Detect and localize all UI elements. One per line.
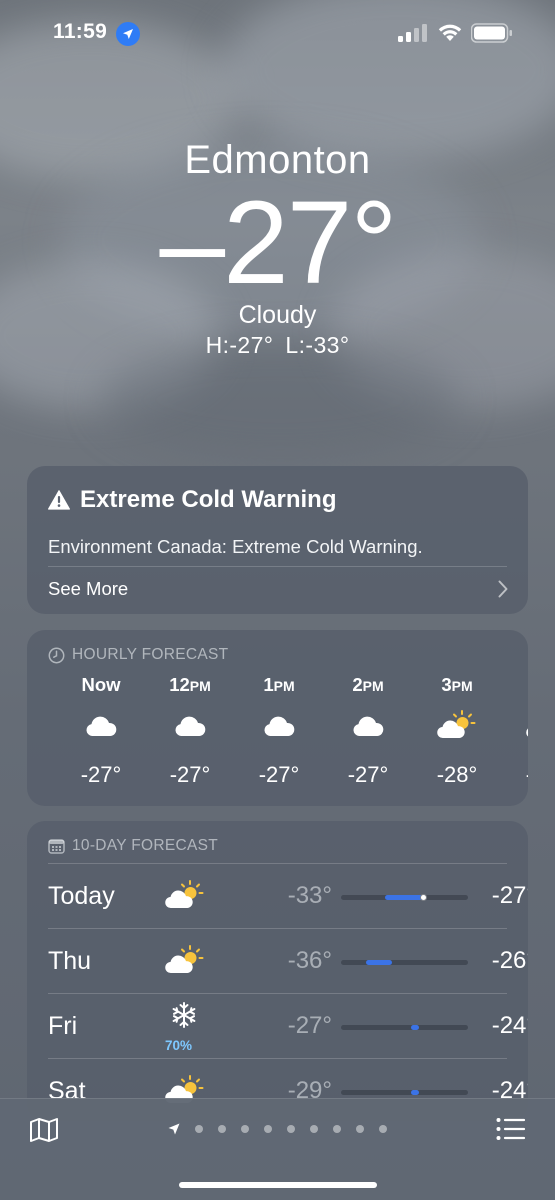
temperature-range-fill bbox=[385, 895, 424, 900]
high-low: H:-27° L:-33° bbox=[0, 332, 555, 359]
hour-suffix: PM bbox=[273, 678, 295, 694]
warning-triangle-icon bbox=[48, 490, 70, 510]
hour-temperature: -27° bbox=[258, 762, 300, 787]
status-time: 11:59 bbox=[53, 20, 108, 43]
hour-temperature: -28° bbox=[436, 762, 478, 787]
cloud-icon bbox=[350, 712, 386, 742]
location-arrow-icon bbox=[116, 22, 140, 46]
hourly-item: 3PM -28° bbox=[417, 674, 497, 787]
current-location-page-icon[interactable] bbox=[167, 1122, 181, 1136]
partly-sunny-icon bbox=[435, 708, 476, 739]
snowflake-icon bbox=[163, 1000, 205, 1036]
temperature-range-fill bbox=[366, 960, 392, 965]
hourly-item: 2PM -27° bbox=[328, 674, 408, 787]
hourly-item: 4PM -29° bbox=[506, 674, 528, 787]
hour-temperature: -27° bbox=[169, 762, 211, 787]
battery-icon bbox=[471, 23, 512, 43]
hour-label: Now bbox=[81, 674, 121, 695]
hour-suffix: PM bbox=[451, 678, 473, 694]
page-dot[interactable] bbox=[333, 1125, 341, 1133]
day-row[interactable]: Fri 70% -27° -24° bbox=[48, 994, 528, 1059]
cellular-signal-icon bbox=[398, 24, 427, 42]
low-temperature: -33° bbox=[287, 882, 332, 909]
cloud-icon bbox=[261, 712, 297, 742]
page-indicator[interactable] bbox=[167, 1119, 402, 1139]
current-temperature: –27° bbox=[159, 177, 397, 309]
hourly-header-text: HOURLY FORECAST bbox=[72, 646, 229, 663]
alert-title-text: Extreme Cold Warning bbox=[80, 486, 337, 513]
precipitation-chance: 70% bbox=[165, 1038, 193, 1053]
calendar-icon bbox=[48, 839, 65, 854]
status-bar: 11:59 bbox=[0, 0, 555, 70]
bottom-toolbar bbox=[0, 1098, 555, 1200]
low-temperature: -36° bbox=[287, 947, 332, 974]
hour-label: 3PM bbox=[441, 674, 473, 695]
cloud-icon bbox=[172, 712, 208, 742]
partly-sunny-icon bbox=[163, 943, 205, 979]
hour-label: 4PM bbox=[506, 674, 528, 696]
high-temperature: H:-27° bbox=[205, 332, 274, 358]
high-temperature: -27° bbox=[491, 882, 528, 909]
hourly-forecast-card[interactable]: HOURLY FORECAST Now -27° 12PM -27° 1PM -27° 2P… bbox=[27, 630, 528, 806]
hour-suffix: PM bbox=[189, 678, 211, 694]
hour-temperature: -27° bbox=[80, 762, 122, 787]
hour-label: 12PM bbox=[169, 674, 211, 695]
page-dot[interactable] bbox=[310, 1125, 318, 1133]
day-name: Fri bbox=[48, 1012, 78, 1040]
low-temperature: -27° bbox=[287, 1012, 332, 1039]
hourly-item: 12PM -27° bbox=[150, 674, 230, 787]
alert-body: Environment Canada: Extreme Cold Warning… bbox=[48, 536, 423, 557]
chevron-right-icon bbox=[498, 580, 508, 598]
see-more-link[interactable]: See More bbox=[48, 578, 128, 600]
high-temperature: -24° bbox=[491, 1012, 528, 1039]
partly-sunny-icon bbox=[524, 708, 528, 738]
weather-alert-card[interactable]: Extreme Cold Warning Environment Canada:… bbox=[27, 466, 528, 614]
current-weather: Edmonton –27° Cloudy H:-27° L:-33° bbox=[0, 138, 555, 359]
hour-temperature: -27° bbox=[347, 762, 389, 787]
page-dot[interactable] bbox=[241, 1125, 249, 1133]
hourly-item: Now -27° bbox=[61, 674, 141, 787]
daily-header: 10-DAY FORECAST bbox=[48, 837, 218, 855]
map-icon[interactable] bbox=[29, 1117, 59, 1143]
wifi-icon bbox=[438, 24, 462, 41]
page-dot[interactable] bbox=[356, 1125, 364, 1133]
partly-sunny-icon bbox=[163, 878, 205, 914]
page-dot[interactable] bbox=[264, 1125, 272, 1133]
hour-suffix: PM bbox=[362, 678, 384, 694]
divider bbox=[48, 566, 507, 567]
temperature-range-fill bbox=[410, 1025, 419, 1030]
page-dot[interactable] bbox=[287, 1125, 295, 1133]
day-row[interactable]: Today -33° -27° bbox=[48, 864, 528, 929]
day-name: Today bbox=[48, 882, 115, 910]
temperature-range-fill bbox=[410, 1090, 419, 1095]
current-condition: Cloudy bbox=[238, 301, 317, 329]
hour-temperature: -29° bbox=[506, 762, 528, 788]
home-indicator bbox=[179, 1182, 377, 1188]
hourly-header: HOURLY FORECAST bbox=[48, 646, 228, 664]
day-name: Thu bbox=[48, 947, 92, 975]
day-row[interactable]: Thu -36° -26° bbox=[48, 929, 528, 994]
ten-day-forecast-card[interactable]: 10-DAY FORECAST Today -33° -27° Thu -36° -26°… bbox=[27, 821, 528, 1121]
high-temperature: -26° bbox=[491, 947, 528, 974]
alert-title: Extreme Cold Warning bbox=[48, 486, 336, 514]
cloud-icon bbox=[83, 712, 119, 742]
page-dot[interactable] bbox=[379, 1125, 387, 1133]
clock-icon bbox=[48, 647, 65, 663]
current-temperature-dot bbox=[420, 894, 428, 901]
page-dot[interactable] bbox=[195, 1125, 203, 1133]
low-temperature: L:-33° bbox=[285, 332, 350, 358]
list-icon[interactable] bbox=[496, 1117, 526, 1141]
hour-label: 1PM bbox=[263, 674, 295, 695]
page-dot[interactable] bbox=[218, 1125, 226, 1133]
hourly-item: 1PM -27° bbox=[239, 674, 319, 787]
hour-label: 2PM bbox=[352, 674, 384, 695]
daily-header-text: 10-DAY FORECAST bbox=[72, 837, 219, 854]
